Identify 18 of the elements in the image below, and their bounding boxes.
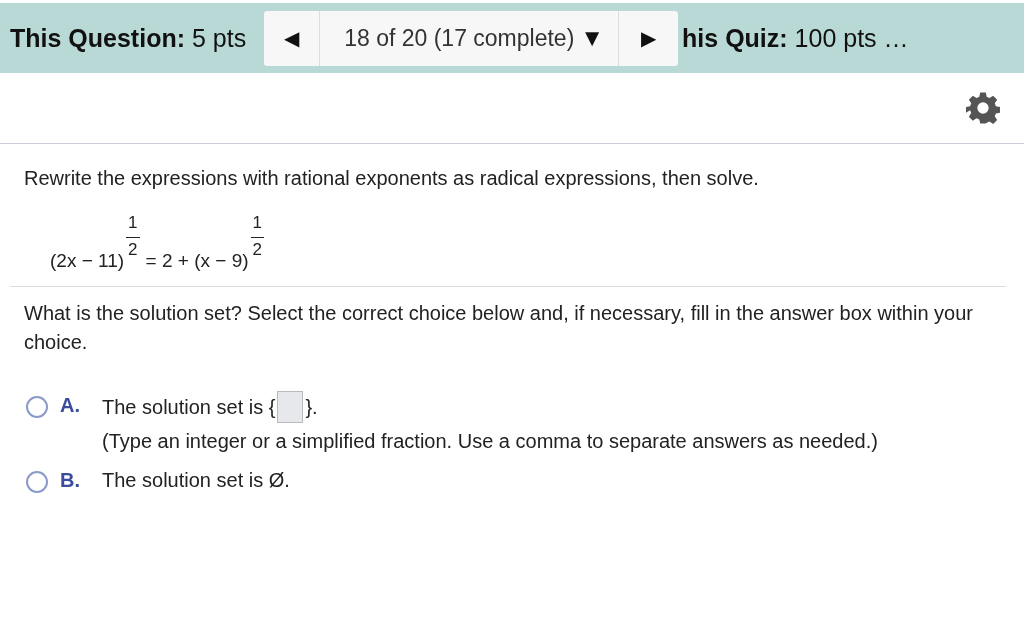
choice-text: The solution set is Ø. xyxy=(102,468,290,493)
answer-box[interactable] xyxy=(277,391,304,423)
question-dropdown[interactable]: 18 of 20 (17 complete) ▼ xyxy=(320,10,619,66)
radio-button[interactable] xyxy=(26,471,48,493)
settings-icon[interactable] xyxy=(966,91,1000,125)
choice-letter: A. xyxy=(60,393,81,418)
choice-letter: B. xyxy=(60,468,81,493)
answer-hint: (Type an integer or a simplified fraction. Use a comma to separate answers as needed.) xyxy=(102,429,878,454)
choice-text: The solution set is { xyxy=(102,394,276,420)
quiz-points: his Quiz: 100 pts … xyxy=(682,23,909,53)
instruction-text: Rewrite the expressions with rational exponents as radical expressions, then solve. xyxy=(24,166,760,191)
equation: (2x − 11) 1 2 = 2 + (x − 9) 1 2 xyxy=(10,193,1006,287)
choice-text: }. xyxy=(305,394,318,420)
question-points: This Question: 5 pts xyxy=(10,23,247,53)
question-prompt: What is the solution set? Select the correct choice below and, if necessary, fill in the answer box within your choice. xyxy=(24,301,974,355)
next-button[interactable]: ▶ xyxy=(618,10,679,66)
radio-button[interactable] xyxy=(26,396,48,418)
previous-button[interactable]: ◀ xyxy=(264,10,321,66)
